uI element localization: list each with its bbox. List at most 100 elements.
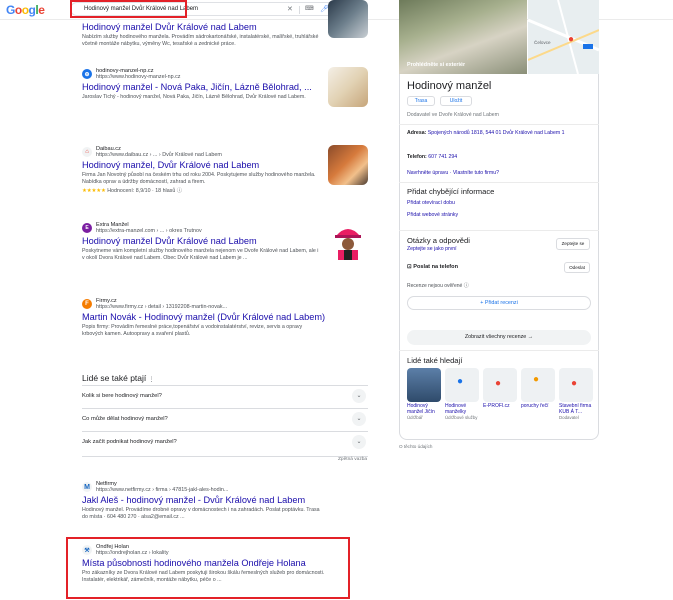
result-snippet: Nabízím služby hodinového manžela. Prová… (82, 34, 319, 48)
send-to-phone: ⊡ Poslat na telefon (407, 264, 459, 270)
site-url: https://www.netfirmy.cz › firma › 47815-… (96, 487, 229, 493)
pasf-thumbnail: ● (445, 368, 479, 402)
reviews-verified-note: Recenze nejsou ověřené ⓘ (407, 283, 469, 289)
pasf-thumbnail: ● (559, 368, 593, 402)
result-title-link[interactable]: Hodinový manžel Dvůr Králové nad Labem (82, 236, 322, 247)
result-rating: ★★★★★ Hodnocení: 8,9/10 · 18 hlasů ⓘ (82, 188, 322, 195)
phone-send-icon: ⊡ (407, 264, 412, 270)
worker-illustration-icon (335, 229, 361, 260)
result-thumbnail[interactable] (328, 145, 368, 185)
kp-map[interactable]: Čelovce ● (528, 0, 599, 74)
map-label: Čelovce (534, 40, 551, 45)
divider (299, 6, 300, 14)
result-snippet: Popis firmy: Provádím řemeslné práce,top… (82, 324, 303, 338)
kp-address: Adresa: Spojených národů 1818, 544 01 Dv… (407, 130, 565, 136)
map-pin-icon: ● (495, 378, 502, 389)
result-title-link[interactable]: Hodinový manžel - Nová Paka, Jičín, Lázn… (82, 82, 322, 93)
pasf-thumbnail: ● (483, 368, 517, 402)
save-button[interactable]: Uložit (440, 96, 472, 106)
people-also-search-title: Lidé také hledají (407, 356, 463, 365)
plus-icon: + (480, 300, 484, 306)
phone-link[interactable]: 607 741 294 (428, 154, 457, 160)
keyboard-icon[interactable]: ⌨ (305, 5, 314, 12)
search-result: F Firmy.cz https://www.firmy.cz › detail… (82, 298, 325, 339)
result-title-link[interactable]: Martin Novák - Hodinový manžel (Dvůr Krá… (82, 312, 325, 323)
paa-question[interactable]: Kolik si bere hodinový manžel? ⌄ (82, 385, 368, 407)
divider (82, 456, 368, 457)
divider (399, 230, 599, 231)
info-icon[interactable]: ⓘ (464, 283, 469, 289)
map-roads (528, 0, 599, 74)
ask-first-link[interactable]: Zeptejte se jako první (407, 246, 457, 252)
paa-question-text: Jak začít podnikat hodinový manžel? (82, 439, 177, 445)
all-reviews-button[interactable]: Zobrazit všechny recenze → (407, 330, 591, 345)
map-pin-icon: ● (568, 34, 575, 45)
result-thumbnail[interactable] (328, 0, 368, 38)
result-source[interactable]: F Firmy.cz https://www.firmy.cz › detail… (82, 298, 322, 310)
qa-title: Otázky a odpovědi (407, 236, 470, 245)
result-source[interactable]: M Netfirmy https://www.netfirmy.cz › fir… (82, 481, 322, 493)
globe-icon: ⊕ (82, 69, 92, 79)
chevron-down-icon[interactable]: ⌄ (352, 412, 366, 426)
missing-info-title: Přidat chybějící informace (407, 187, 495, 196)
close-icon[interactable]: ✕ (287, 5, 293, 13)
feedback-link[interactable]: Zpětná vazba (338, 457, 367, 462)
chevron-down-icon[interactable]: ⌄ (352, 389, 366, 403)
result-source[interactable]: ⊕ hodinovy-manzel-np.cz https://www.hodi… (82, 68, 322, 80)
search-result: Hodinový manžel Dvůr Králové nad Labem N… (82, 22, 322, 49)
paa-question-text: Kolik si bere hodinový manžel? (82, 393, 162, 399)
pasf-item[interactable]: ● poruchy řečí (521, 368, 555, 409)
result-source[interactable]: ⌂ Daibau.cz https://www.daibau.cz › ... … (82, 146, 322, 158)
result-snippet: Poskytneme vám kompletní služby hodinové… (82, 248, 319, 262)
highlight-box (66, 537, 350, 599)
add-review-button[interactable]: + Přidat recenzi (407, 296, 591, 310)
kp-category: Dodavatel ve Dvoře Králové nad Labem (407, 112, 499, 118)
result-title-link[interactable]: Jakl Aleš - hodinový manžel - Dvůr Králo… (82, 495, 322, 506)
chevron-down-icon[interactable]: ⌄ (352, 435, 366, 449)
more-options-icon[interactable]: ⋮ (149, 377, 155, 383)
site-url: https://www.firmy.cz › detail › 13192208… (96, 304, 228, 310)
pasf-thumbnail: ● (521, 368, 555, 402)
paa-question-text: Co může dělat hodinový manžel? (82, 416, 168, 422)
extra-manzel-favicon-icon: E (82, 223, 92, 233)
route-button[interactable]: Trasa (407, 96, 435, 106)
add-hours-link[interactable]: Přidat otevírací dobu (407, 200, 455, 206)
result-thumbnail[interactable] (328, 67, 368, 107)
house-icon: ⌂ (82, 147, 92, 157)
about-data-link[interactable]: O těchto údajích (399, 444, 432, 449)
address-link[interactable]: Spojených národů 1818, 544 01 Dvůr Králo… (428, 130, 565, 136)
rating-text: Hodnocení: 8,9/10 · 18 hlasů (107, 187, 176, 194)
search-result: ⊕ hodinovy-manzel-np.cz https://www.hodi… (82, 68, 322, 101)
send-button[interactable]: Odeslat (564, 262, 590, 273)
pasf-item[interactable]: ● E-PROFI.cz (483, 368, 517, 409)
divider (399, 124, 599, 125)
search-result: ⌂ Daibau.cz https://www.daibau.cz › ... … (82, 146, 322, 195)
kp-photo-label: Prohlédněte si exteriér (407, 62, 466, 68)
info-icon[interactable]: ⓘ (177, 188, 182, 194)
suggest-edit-link[interactable]: Navrhněte úpravu · Vlastníte tuto firmu? (407, 170, 499, 176)
rating-stars: ★★★★★ (82, 187, 106, 194)
paa-title: Lidé se také ptají ⋮ (82, 373, 155, 383)
result-source[interactable]: E Extra Manžel https://extra-manzel.com … (82, 222, 322, 234)
kp-title: Hodinový manžel (407, 80, 492, 92)
result-snippet: Hodinový manžel. Provádíme drobné opravy… (82, 507, 320, 521)
result-title-link[interactable]: Hodinový manžel, Dvůr Králové nad Labem (82, 160, 322, 171)
google-logo[interactable]: Google (6, 3, 45, 17)
result-snippet: Jaroslav Tichý - hodinový manžel, Nová P… (82, 94, 306, 100)
result-thumbnail[interactable] (328, 220, 368, 260)
site-url: https://www.hodinovy-manzel-np.cz (96, 74, 181, 80)
paa-question[interactable]: Jak začít podnikat hodinový manžel? ⌄ (82, 431, 368, 453)
pasf-item[interactable]: ● Stavební firma KUB Á T... Dodavatel (559, 368, 593, 420)
result-title-link[interactable]: Hodinový manžel Dvůr Králové nad Labem (82, 22, 322, 33)
pasf-item[interactable]: ● Hodinové manželky Údržbové služby (445, 368, 479, 420)
add-website-link[interactable]: Přidat webové stránky (407, 212, 458, 218)
highlight-box (70, 0, 187, 18)
map-pin-icon: ● (457, 376, 464, 387)
pasf-item[interactable]: Hodinový manžel Jičín Údržbář (407, 368, 441, 420)
paa-question[interactable]: Co může dělat hodinový manžel? ⌄ (82, 408, 368, 430)
kp-photo[interactable]: Prohlédněte si exteriér (399, 0, 527, 74)
firmy-favicon-icon: F (82, 299, 92, 309)
map-pin-icon: ● (571, 378, 578, 389)
site-url: https://extra-manzel.com › ... › okres T… (96, 228, 202, 234)
ask-question-button[interactable]: Zeptejte se (556, 238, 590, 250)
